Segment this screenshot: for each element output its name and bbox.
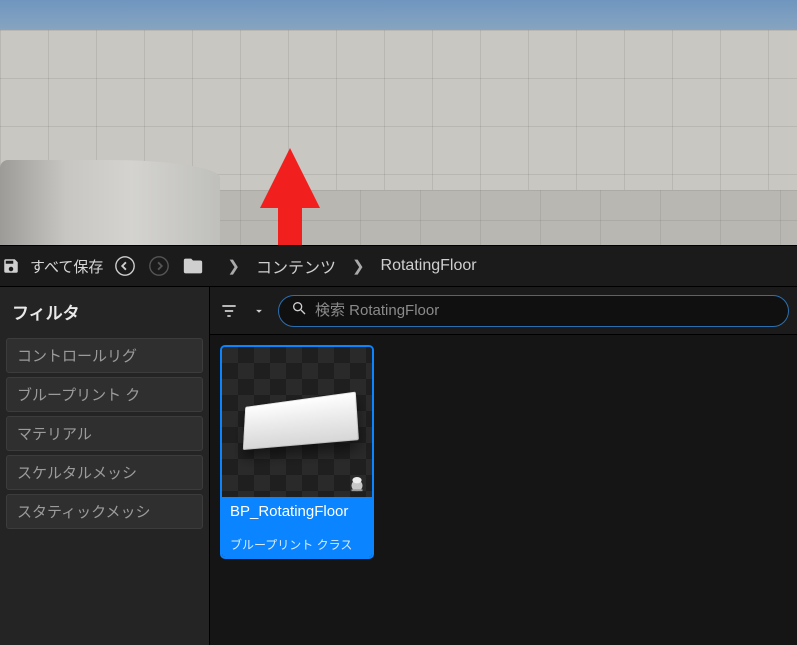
chevron-down-icon[interactable] (248, 300, 270, 322)
search-box[interactable] (278, 295, 789, 327)
filter-item-skeletal-mesh[interactable]: スケルタルメッシ (6, 455, 203, 490)
settings-filter-icon[interactable] (218, 300, 240, 322)
folder-icon[interactable] (181, 254, 205, 278)
nav-back-button[interactable] (113, 254, 137, 278)
asset-mesh-preview (243, 392, 359, 450)
asset-type-badge-icon (346, 471, 368, 493)
asset-label-bar: BP_RotatingFloor ブループリント クラス (222, 497, 372, 557)
filter-item-control-rig[interactable]: コントロールリグ (6, 338, 203, 373)
asset-thumbnail (222, 347, 372, 497)
chevron-right-icon: ❯ (352, 257, 365, 275)
breadcrumb: ❯ コンテンツ ❯ RotatingFloor (227, 254, 476, 278)
breadcrumb-item-content[interactable]: コンテンツ (256, 254, 336, 278)
asset-name: BP_RotatingFloor (230, 503, 364, 520)
search-input[interactable] (315, 302, 776, 319)
content-browser-main: フィルタ コントロールリグ ブループリント ク マテリアル スケルタルメッシ ス… (0, 286, 797, 645)
nav-forward-button (147, 254, 171, 278)
asset-tile-bp-rotatingfloor[interactable]: BP_RotatingFloor ブループリント クラス (220, 345, 374, 559)
content-area: BP_RotatingFloor ブループリント クラス (210, 287, 797, 645)
chevron-right-icon: ❯ (227, 257, 240, 275)
asset-type-label: ブループリント クラス (230, 536, 364, 553)
viewport-3d[interactable] (0, 0, 797, 245)
viewport-cylinder (0, 160, 220, 245)
filter-item-blueprint-class[interactable]: ブループリント ク (6, 377, 203, 412)
search-row (210, 287, 797, 335)
filter-item-material[interactable]: マテリアル (6, 416, 203, 451)
save-all-icon[interactable] (2, 257, 20, 275)
asset-grid: BP_RotatingFloor ブループリント クラス (210, 335, 797, 645)
filter-sidebar: フィルタ コントロールリグ ブループリント ク マテリアル スケルタルメッシ ス… (0, 287, 210, 645)
save-all-label[interactable]: すべて保存 (30, 256, 103, 277)
filter-sidebar-header: フィルタ (6, 295, 203, 334)
search-icon (291, 300, 307, 321)
filter-item-static-mesh[interactable]: スタティックメッシ (6, 494, 203, 529)
content-browser-panel: すべて保存 ❯ コンテンツ ❯ RotatingFloor フィルタ コントロー… (0, 245, 797, 645)
content-browser-toolbar: すべて保存 ❯ コンテンツ ❯ RotatingFloor (0, 246, 797, 286)
breadcrumb-item-rotatingfloor[interactable]: RotatingFloor (381, 257, 477, 275)
